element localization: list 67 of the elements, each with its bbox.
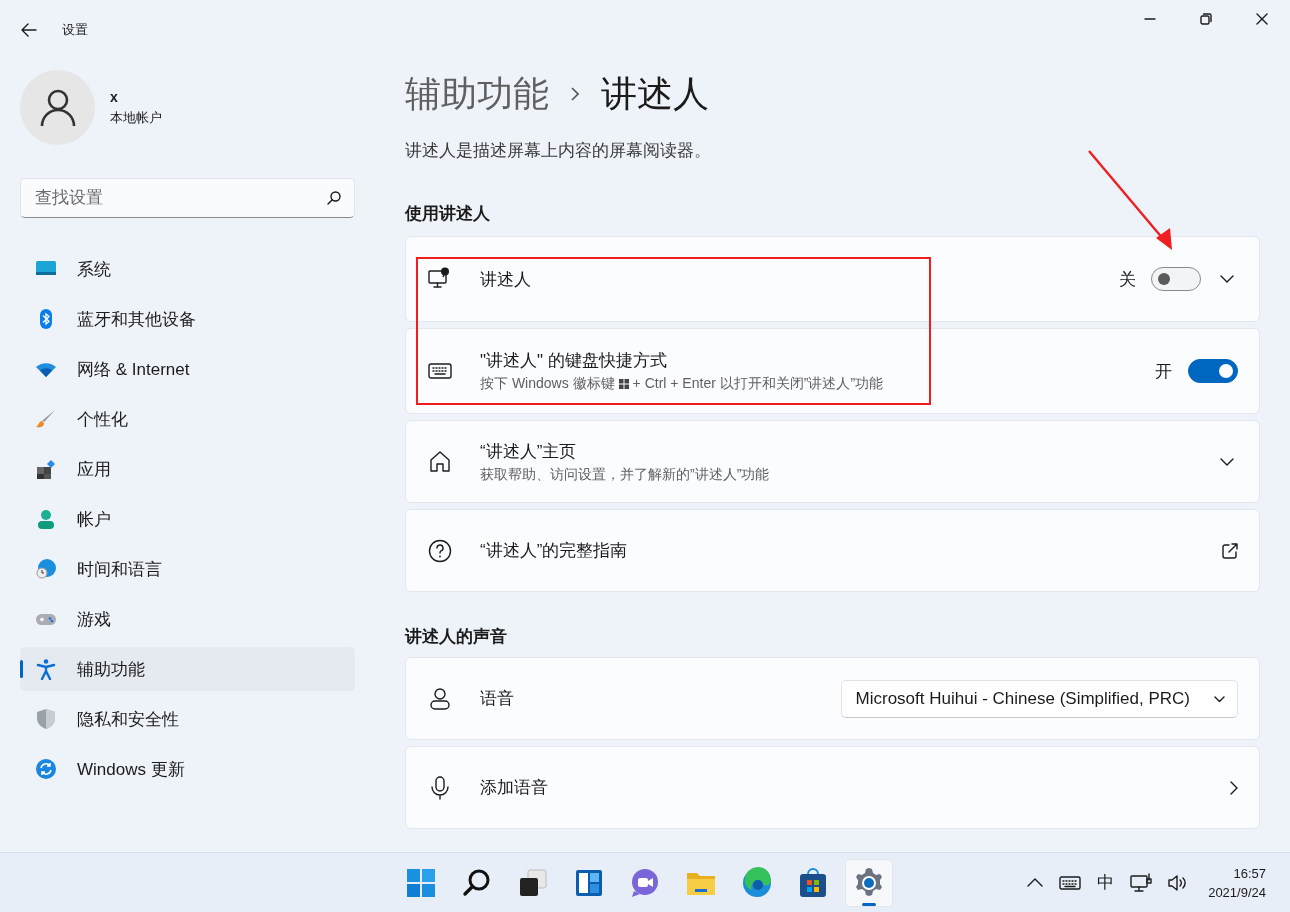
clock[interactable]: 16:57 2021/9/24 (1198, 863, 1266, 902)
search-icon (327, 191, 341, 205)
breadcrumb-link[interactable]: 辅助功能 (405, 69, 549, 119)
description: 讲述人是描述屏幕上内容的屏幕阅读器。 (405, 140, 712, 162)
person-icon (39, 88, 76, 127)
volume-icon (1168, 874, 1189, 891)
chevron-down-icon (1220, 275, 1234, 283)
toggle-label: 开 (1155, 360, 1172, 383)
sidebar-item[interactable]: 网络 & Internet (20, 347, 355, 391)
external-link-icon (1222, 542, 1238, 559)
help-icon (428, 538, 452, 563)
person-icon (35, 508, 57, 530)
network-icon (1130, 872, 1153, 893)
toggle-switch[interactable] (1188, 359, 1238, 383)
chevron-down-icon (1214, 695, 1225, 702)
sidebar-item[interactable]: 隐私和安全性 (20, 697, 355, 741)
section-title: 使用讲述人 (405, 203, 491, 225)
setting-title: “讲述人”的完整指南 (480, 540, 629, 562)
sidebar-item[interactable]: 时间和语言 (20, 547, 355, 591)
keyboard-icon (1059, 875, 1082, 890)
account-type: 本地帐户 (110, 108, 162, 127)
sidebar-item[interactable]: 个性化 (20, 397, 355, 441)
chevron-down-icon (1220, 457, 1234, 466)
voice-dropdown[interactable]: Microsoft Huihui - Chinese (Simplified, PRC) (840, 679, 1238, 718)
input-method-button[interactable]: 中 (1091, 865, 1121, 900)
section-title: 讲述人的声音 (405, 626, 508, 648)
monitor-icon (428, 267, 452, 291)
apps-icon (35, 458, 57, 480)
setting-title: 添加语音 (480, 777, 549, 799)
home-icon (428, 449, 452, 474)
refresh-icon (35, 758, 57, 780)
back-arrow-icon (21, 23, 37, 37)
restore-icon (1200, 13, 1212, 25)
chevron-right-icon (571, 87, 579, 101)
account-name: x (110, 88, 119, 105)
sidebar-item[interactable]: 系统 (20, 247, 355, 291)
sidebar-item[interactable]: 应用 (20, 447, 355, 491)
window-title: 设置 (62, 21, 88, 39)
sidebar-item[interactable]: 游戏 (20, 597, 355, 641)
chevron-up-icon (1027, 878, 1044, 887)
toggle-label: 关 (1119, 268, 1136, 291)
close-icon (1256, 13, 1268, 25)
setting-card[interactable]: “讲述人”主页 获取帮助、访问设置，并了解新的”讲述人”功能 (405, 420, 1260, 503)
sidebar-item[interactable]: Windows 更新 (20, 747, 355, 791)
page-title: 讲述人 (601, 71, 709, 116)
sidebar-item[interactable]: 帐户 (20, 497, 355, 541)
brush-icon (35, 408, 57, 430)
setting-title: 讲述人 (480, 268, 532, 291)
chevron-right-icon (1230, 780, 1238, 795)
search-field[interactable]: 查找设置 (20, 178, 355, 218)
setting-title: “讲述人”主页 (480, 440, 578, 463)
setting-description: + Ctrl + Enter 以打开和关闭”讲述人”功能 (632, 375, 884, 393)
setting-description: 获取帮助、访问设置，并了解新的”讲述人”功能 (480, 465, 771, 484)
microphone-icon (428, 775, 452, 800)
shield-icon (35, 708, 57, 730)
accessibility-icon (35, 658, 57, 680)
sidebar-item[interactable]: 辅助功能 (20, 647, 355, 691)
toggle-switch[interactable] (1151, 267, 1201, 291)
setting-title: "讲述人" 的键盘快捷方式 (480, 350, 668, 372)
setting-card[interactable]: “讲述人”的完整指南 (405, 509, 1260, 592)
person-icon (428, 686, 452, 711)
sidebar-item[interactable]: 蓝牙和其他设备 (20, 297, 355, 341)
setting-title: 语音 (480, 688, 515, 710)
setting-card[interactable]: 添加语音 (405, 746, 1260, 829)
globe-icon (35, 558, 57, 580)
setting-description: 按下 Windows 徽标键 (480, 375, 615, 393)
windows-logo-icon (618, 379, 629, 389)
